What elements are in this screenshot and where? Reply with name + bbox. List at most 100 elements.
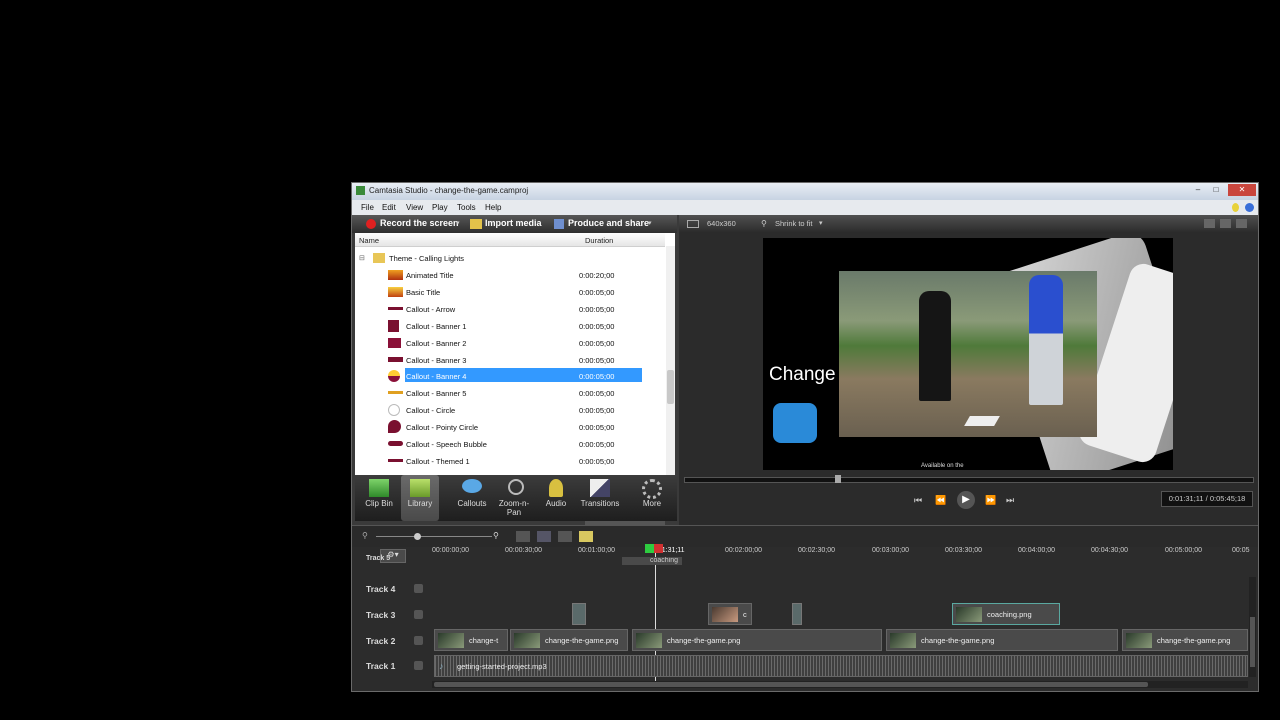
ruler-tick: 00:02:30;00 (798, 547, 835, 554)
tab-clip-bin[interactable]: Clip Bin (359, 475, 399, 521)
lock-icon[interactable] (414, 636, 423, 645)
zoom-dropdown-icon[interactable]: ▾ (819, 219, 823, 227)
tab-callouts[interactable]: Callouts (451, 475, 493, 521)
track-4-lane[interactable] (432, 577, 1248, 601)
library-item[interactable]: Callout - Arrow 0:00:05;00 (355, 301, 665, 317)
help-icon[interactable] (1245, 203, 1254, 212)
library-item-selected[interactable]: Callout - Banner 4 0:00:05;00 (355, 368, 665, 384)
timeline-hscrollbar[interactable] (432, 681, 1248, 688)
tab-library[interactable]: Library (401, 475, 439, 521)
playhead-handle[interactable] (645, 544, 663, 553)
library-item[interactable]: Callout - Circle 0:00:05;00 (355, 402, 665, 418)
clip-label: change-t (469, 636, 499, 645)
item-duration: 0:00:05;00 (579, 440, 615, 449)
title-bar: Camtasia Studio - change-the-game.campro… (352, 183, 1258, 200)
home-plate (964, 416, 1000, 426)
transition-clip[interactable] (572, 603, 586, 625)
track-5-clip[interactable]: coaching (622, 557, 682, 565)
item-duration: 0:00:05;00 (579, 372, 615, 381)
tab-transitions[interactable]: Transitions (577, 475, 623, 521)
collapse-icon[interactable]: ⊟ (359, 254, 365, 262)
scrollbar-thumb[interactable] (667, 370, 674, 404)
lock-icon[interactable] (414, 584, 423, 593)
track-3-lane[interactable]: c coaching.png (432, 601, 1248, 625)
track-2-clip[interactable]: change-the-game.png (632, 629, 882, 651)
seekbar-thumb[interactable] (835, 475, 841, 483)
library-item[interactable]: Callout - Banner 2 0:00:05;00 (355, 335, 665, 351)
hscroll-thumb[interactable] (434, 682, 1148, 687)
track-2-clip[interactable]: change-the-game.png (510, 629, 628, 651)
tab-zoom-n-pan[interactable]: Zoom-n- Pan (493, 475, 535, 521)
menu-play[interactable]: Play (432, 203, 448, 212)
rewind-icon[interactable]: ⏪ (935, 495, 946, 506)
tip-bulb-icon[interactable] (1232, 203, 1239, 212)
library-item[interactable]: Callout - Themed 1 0:00:05;00 (355, 453, 665, 469)
library-folder-row[interactable]: ⊟ Theme - Calling Lights (355, 250, 665, 266)
item-name: Callout - Circle (406, 406, 456, 415)
clip-thumbnail (438, 633, 464, 648)
menu-view[interactable]: View (406, 203, 423, 212)
maximize-preview-icon[interactable] (1236, 219, 1247, 228)
preview-seekbar[interactable] (684, 475, 1254, 483)
zoom-slider-thumb[interactable] (414, 533, 421, 540)
track-3-clip[interactable]: c (708, 603, 752, 625)
minimize-icon[interactable]: – (1190, 184, 1206, 196)
record-dropdown-icon[interactable]: ▾ (456, 219, 460, 227)
produce-dropdown-icon[interactable]: ▾ (648, 219, 652, 227)
track-1-lane[interactable]: ♪ getting-started-project.mp3 (432, 653, 1248, 677)
timeline-zoom-slider[interactable] (376, 533, 492, 540)
lock-icon[interactable] (414, 610, 423, 619)
item-name: Callout - Banner 5 (406, 389, 467, 398)
tab-audio[interactable]: Audio (537, 475, 575, 521)
play-icon[interactable]: ▶ (957, 491, 975, 509)
track-2-clip[interactable]: change-t (434, 629, 508, 651)
close-icon[interactable]: ✕ (1228, 184, 1256, 196)
detach-icon[interactable] (1204, 219, 1215, 228)
vscroll-thumb[interactable] (1250, 617, 1255, 667)
import-media-button[interactable]: Import media (485, 218, 542, 228)
record-icon (366, 219, 376, 229)
track-2-clip[interactable]: change-the-game.png (1122, 629, 1248, 651)
library-item[interactable]: Basic Title 0:00:05;00 (355, 284, 665, 300)
library-header: Name Duration (355, 233, 665, 247)
zoom-out-icon[interactable]: ⚲ (362, 531, 368, 540)
library-scrollbar[interactable] (666, 246, 675, 475)
menu-tools[interactable]: Tools (457, 203, 476, 212)
menu-edit[interactable]: Edit (382, 203, 396, 212)
library-item[interactable]: Callout - Speech Bubble 0:00:05;00 (355, 436, 665, 452)
column-name-header[interactable]: Name (359, 236, 379, 245)
column-duration-header[interactable]: Duration (585, 236, 613, 245)
zoom-select[interactable]: Shrink to fit (775, 219, 813, 228)
lock-icon[interactable] (414, 661, 423, 670)
library-item[interactable]: Callout - Banner 5 0:00:05;00 (355, 385, 665, 401)
produce-share-button[interactable]: Produce and share (568, 218, 649, 228)
tab-more[interactable]: More (631, 475, 673, 521)
transition-clip[interactable] (792, 603, 802, 625)
track-2-clip[interactable]: change-the-game.png (886, 629, 1118, 651)
dimensions-button[interactable]: 640x360 (707, 219, 736, 228)
library-item[interactable]: Callout - Pointy Circle 0:00:05;00 (355, 419, 665, 435)
item-duration: 0:00:05;00 (579, 356, 615, 365)
clip-bin-icon (369, 479, 389, 497)
zoom-in-icon[interactable]: ⚲ (493, 531, 499, 540)
audio-waveform-clip[interactable]: ♪ getting-started-project.mp3 (434, 655, 1248, 677)
record-screen-button[interactable]: Record the screen (380, 218, 459, 228)
menu-help[interactable]: Help (485, 203, 501, 212)
library-item[interactable]: Callout - Banner 1 0:00:05;00 (355, 318, 665, 334)
fast-forward-icon[interactable]: ⏩ (985, 495, 996, 506)
skip-forward-icon[interactable]: ⏭ (1006, 495, 1014, 506)
track-3-clip[interactable]: coaching.png (952, 603, 1060, 625)
library-item[interactable]: Animated Title 0:00:20;00 (355, 267, 665, 283)
clip-label: change-the-game.png (1157, 636, 1231, 645)
library-item[interactable]: Callout - Banner 3 0:00:05;00 (355, 352, 665, 368)
maximize-icon[interactable]: □ (1208, 184, 1224, 196)
menu-file[interactable]: File (361, 203, 374, 212)
app-logo-image (773, 403, 817, 443)
video-canvas[interactable]: Change Available on the (763, 238, 1173, 470)
timeline-vscrollbar[interactable] (1249, 577, 1256, 677)
track-2-lane[interactable]: change-t change-the-game.png change-the-… (432, 627, 1248, 651)
skip-back-icon[interactable]: ⏮ (914, 495, 922, 506)
clip-label: change-the-game.png (921, 636, 995, 645)
timeline-ruler[interactable]: 00:00:00;00 00:00:30;00 00:01:00;00 0:01… (432, 541, 1258, 555)
fullscreen-icon[interactable] (1220, 219, 1231, 228)
